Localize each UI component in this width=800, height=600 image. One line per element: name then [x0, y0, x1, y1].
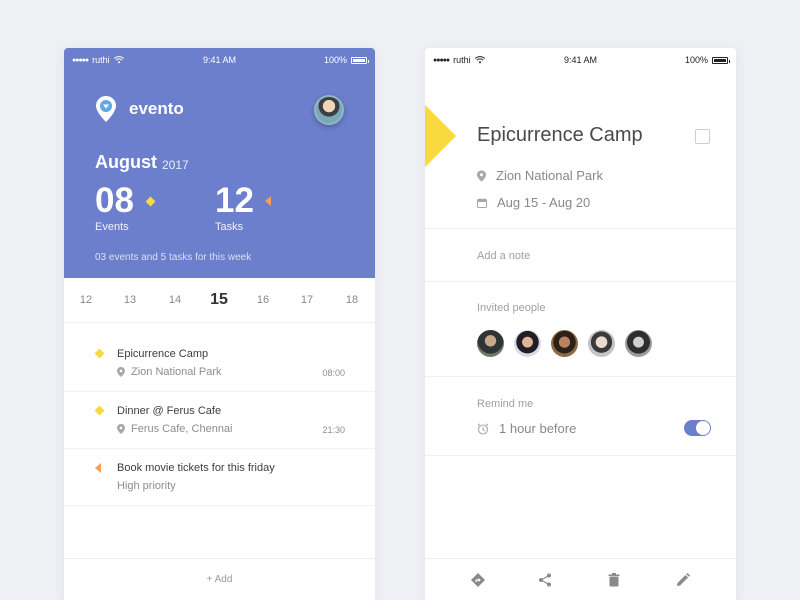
event-list-screen: ●●●●● ruthi 9:41 AM 100% evento August 2… [64, 48, 375, 600]
battery-icon [712, 56, 730, 64]
status-time: 9:41 AM [563, 55, 598, 65]
date-item[interactable]: 17 [301, 294, 313, 306]
signal-icon: ●●●●● [433, 56, 450, 64]
event-title: Epicurrence Camp [477, 124, 643, 146]
status-time: 9:41 AM [202, 55, 237, 65]
event-dates: Aug 15 - Aug 20 [497, 195, 591, 210]
remind-value: 1 hour before [499, 421, 577, 436]
map-pin-icon [96, 96, 116, 122]
battery-icon [351, 56, 369, 64]
task-triangle-icon [95, 463, 101, 473]
remind-section: Remind me 1 hour before [425, 376, 736, 456]
date-strip: 12 13 14 15 16 17 18 [64, 278, 375, 323]
events-count: 08 [95, 181, 134, 220]
wifi-icon [474, 56, 485, 64]
location-pin-icon [117, 367, 125, 377]
alarm-clock-icon [477, 422, 489, 435]
signal-icon: ●●●●● [72, 56, 89, 64]
app-logo: evento [95, 95, 184, 123]
events-label: Events [95, 221, 129, 233]
calendar-icon [477, 197, 487, 208]
item-priority: High priority [117, 480, 176, 492]
item-location: Ferus Cafe, Chennai [131, 423, 233, 435]
item-subtitle: Ferus Cafe, Chennai [117, 423, 233, 435]
edit-icon[interactable] [675, 572, 691, 588]
wifi-icon [113, 56, 124, 64]
location-pin-icon [477, 169, 486, 182]
avatar[interactable] [551, 330, 578, 357]
date-item[interactable]: 16 [257, 294, 269, 306]
avatar[interactable] [625, 330, 652, 357]
remind-label: Remind me [477, 398, 534, 410]
profile-avatar[interactable] [314, 95, 344, 125]
battery-percent: 100% [684, 55, 708, 65]
event-detail-screen: ●●●●● ruthi 9:41 AM 100% Epicurrence Cam… [425, 48, 736, 600]
complete-checkbox[interactable] [695, 129, 710, 144]
week-summary: 03 events and 5 tasks for this week [95, 252, 252, 263]
invited-label: Invited people [477, 302, 546, 314]
event-location: Zion National Park [496, 168, 603, 183]
avatar[interactable] [514, 330, 541, 357]
directions-icon[interactable] [470, 572, 486, 588]
carrier-label: ruthi [92, 55, 110, 65]
share-icon[interactable] [537, 572, 553, 588]
item-time: 21:30 [322, 425, 345, 435]
add-button[interactable]: + Add [64, 558, 375, 600]
header-panel: ●●●●● ruthi 9:41 AM 100% evento August 2… [64, 48, 375, 278]
event-location-row: Zion National Park [477, 168, 603, 183]
carrier-label: ruthi [453, 55, 471, 65]
event-diamond-icon [145, 196, 156, 207]
item-title: Dinner @ Ferus Cafe [117, 405, 222, 417]
task-triangle-icon [265, 196, 271, 206]
app-name: evento [129, 99, 184, 118]
tasks-count: 12 [215, 181, 254, 220]
status-bar: ●●●●● ruthi 9:41 AM 100% [425, 48, 736, 72]
avatar[interactable] [588, 330, 615, 357]
date-item[interactable]: 13 [124, 294, 136, 306]
event-diamond-icon [94, 348, 105, 359]
note-section[interactable]: Add a note [425, 228, 736, 281]
event-diamond-icon [94, 405, 105, 416]
date-item-selected[interactable]: 15 [210, 291, 228, 309]
event-dates-row: Aug 15 - Aug 20 [477, 195, 590, 210]
item-time: 08:00 [322, 368, 345, 378]
list-item[interactable]: Book movie tickets for this friday High … [64, 449, 375, 506]
events-stat[interactable]: 08 Events [95, 181, 134, 233]
battery-percent: 100% [323, 55, 347, 65]
event-diamond-icon [425, 104, 457, 168]
note-placeholder: Add a note [477, 250, 531, 262]
month-label: August [95, 152, 157, 172]
item-subtitle: Zion National Park [117, 366, 222, 378]
year-label: 2017 [162, 158, 189, 172]
item-title: Epicurrence Camp [117, 348, 209, 360]
item-title: Book movie tickets for this friday [117, 462, 275, 474]
list-item[interactable]: Dinner @ Ferus Cafe Ferus Cafe, Chennai … [64, 392, 375, 449]
invited-avatars [477, 330, 652, 357]
remind-toggle[interactable] [684, 420, 711, 436]
location-pin-icon [117, 424, 125, 434]
action-toolbar [425, 558, 736, 600]
item-location: Zion National Park [131, 366, 222, 378]
status-bar: ●●●●● ruthi 9:41 AM 100% [64, 48, 375, 72]
invited-section: Invited people [425, 281, 736, 376]
delete-icon[interactable] [606, 572, 622, 588]
tasks-stat[interactable]: 12 Tasks [215, 181, 254, 233]
date-item[interactable]: 18 [346, 294, 358, 306]
tasks-label: Tasks [215, 221, 244, 233]
avatar[interactable] [477, 330, 504, 357]
list-item[interactable]: Epicurrence Camp Zion National Park 08:0… [64, 335, 375, 392]
toggle-knob [696, 421, 710, 435]
date-item[interactable]: 14 [169, 294, 181, 306]
date-item[interactable]: 12 [80, 294, 92, 306]
remind-row: 1 hour before [477, 421, 576, 436]
